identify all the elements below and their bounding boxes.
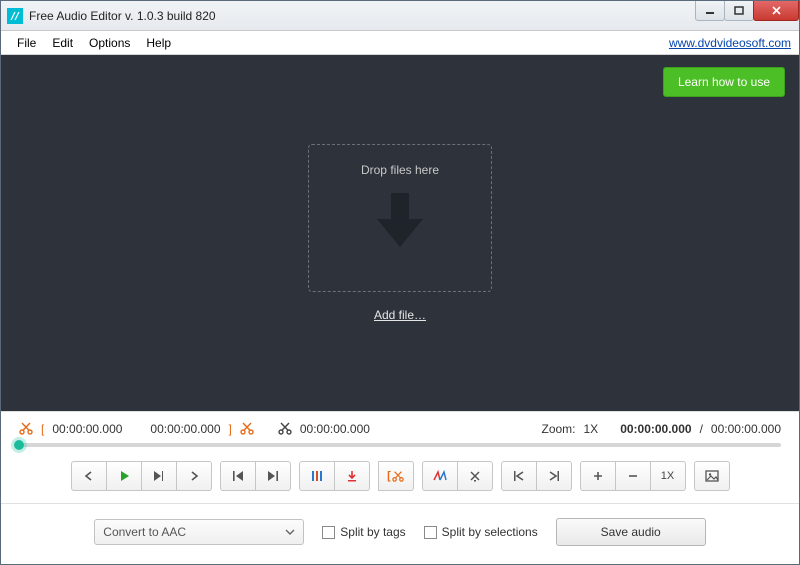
learn-how-button[interactable]: Learn how to use: [663, 67, 785, 97]
close-icon: [771, 5, 782, 16]
minimize-icon: [705, 6, 715, 16]
scissors-end-icon: [240, 421, 254, 438]
checkbox-icon: [322, 526, 335, 539]
dropzone-label: Drop files here: [361, 163, 439, 177]
split-by-tags-option[interactable]: Split by tags: [322, 525, 405, 539]
goto-end-button[interactable]: [255, 461, 291, 491]
menu-options[interactable]: Options: [81, 33, 138, 53]
time-separator: /: [700, 422, 703, 436]
bracket-open-icon: [: [41, 422, 44, 436]
chevron-down-icon: [285, 529, 295, 535]
selection-end-time: 00:00:00.000: [150, 422, 220, 436]
save-audio-button[interactable]: Save audio: [556, 518, 706, 546]
maximize-button[interactable]: [724, 1, 754, 21]
crop-delete-icon: [467, 470, 483, 482]
dropzone[interactable]: Drop files here: [308, 144, 492, 292]
arrow-right-icon: [188, 470, 200, 482]
menu-edit[interactable]: Edit: [44, 33, 81, 53]
image-icon: [705, 470, 719, 482]
selection-start-time: 00:00:00.000: [52, 422, 122, 436]
bracket-close-icon: ]: [229, 422, 232, 436]
crop-delete-button[interactable]: [457, 461, 493, 491]
selection-to-end-button[interactable]: [536, 461, 572, 491]
menu-file[interactable]: File: [9, 33, 44, 53]
markers-button[interactable]: [299, 461, 335, 491]
window-title: Free Audio Editor v. 1.0.3 build 820: [29, 9, 696, 23]
snapshot-button[interactable]: [694, 461, 730, 491]
scissors-start-icon: [19, 421, 33, 438]
workspace: Learn how to use Drop files here Add fil…: [1, 55, 799, 411]
trim-selection-button[interactable]: [: [378, 461, 414, 491]
format-select[interactable]: Convert to AAC: [94, 519, 304, 545]
step-back-button[interactable]: [71, 461, 107, 491]
play-button[interactable]: [106, 461, 142, 491]
cut-position-time: 00:00:00.000: [300, 422, 370, 436]
app-icon: [7, 8, 23, 24]
split-by-selections-option[interactable]: Split by selections: [424, 525, 538, 539]
arrow-left-icon: [83, 470, 95, 482]
play-selection-button[interactable]: [141, 461, 177, 491]
add-file-link[interactable]: Add file…: [374, 308, 426, 322]
zoom-reset-label: 1X: [661, 470, 674, 482]
window-controls: [696, 1, 799, 30]
to-start-icon: [512, 470, 526, 482]
minimize-button[interactable]: [695, 1, 725, 21]
step-forward-button[interactable]: [176, 461, 212, 491]
play-range-icon: [152, 470, 166, 482]
selection-to-start-button[interactable]: [501, 461, 537, 491]
minus-icon: [627, 470, 639, 482]
zoom-label: Zoom:: [541, 422, 575, 436]
timeline-info: [ 00:00:00.000 00:00:00.000 ] 00:00:00.0…: [1, 411, 799, 443]
timeline-slider[interactable]: [19, 443, 781, 447]
checkbox-icon: [424, 526, 437, 539]
zoom-reset-button[interactable]: 1X: [650, 461, 686, 491]
transport-toolbar: [: [1, 453, 799, 504]
split-by-selections-label: Split by selections: [442, 525, 538, 539]
site-link[interactable]: www.dvdvideosoft.com: [669, 36, 791, 50]
zoom-value: 1X: [584, 422, 599, 436]
plus-icon: [592, 470, 604, 482]
scissors-cut-icon: [278, 421, 292, 438]
scissors-icon: [392, 470, 404, 482]
bracket-open-icon: [: [387, 470, 391, 482]
menu-help[interactable]: Help: [138, 33, 179, 53]
download-icon: [346, 470, 358, 482]
slider-thumb[interactable]: [14, 440, 24, 450]
to-end-icon: [547, 470, 561, 482]
zoom-out-button[interactable]: [615, 461, 651, 491]
crop-keep-icon: [432, 470, 448, 482]
menubar: File Edit Options Help www.dvdvideosoft.…: [1, 31, 799, 55]
play-icon: [118, 470, 130, 482]
bottom-bar: Convert to AAC Split by tags Split by se…: [1, 504, 799, 564]
total-duration: 00:00:00.000: [711, 422, 781, 436]
close-button[interactable]: [753, 1, 799, 21]
arrow-down-icon: [373, 189, 427, 253]
format-select-label: Convert to AAC: [103, 525, 186, 539]
playhead-time: 00:00:00.000: [620, 422, 691, 436]
app-window: Free Audio Editor v. 1.0.3 build 820 Fil…: [0, 0, 800, 565]
titlebar: Free Audio Editor v. 1.0.3 build 820: [1, 1, 799, 31]
timeline-slider-row: [1, 443, 799, 453]
goto-start-button[interactable]: [220, 461, 256, 491]
markers-icon: [310, 470, 324, 482]
skip-end-icon: [266, 470, 280, 482]
split-by-tags-label: Split by tags: [340, 525, 405, 539]
skip-start-icon: [231, 470, 245, 482]
maximize-icon: [734, 6, 744, 16]
download-marker-button[interactable]: [334, 461, 370, 491]
zoom-in-button[interactable]: [580, 461, 616, 491]
crop-keep-button[interactable]: [422, 461, 458, 491]
